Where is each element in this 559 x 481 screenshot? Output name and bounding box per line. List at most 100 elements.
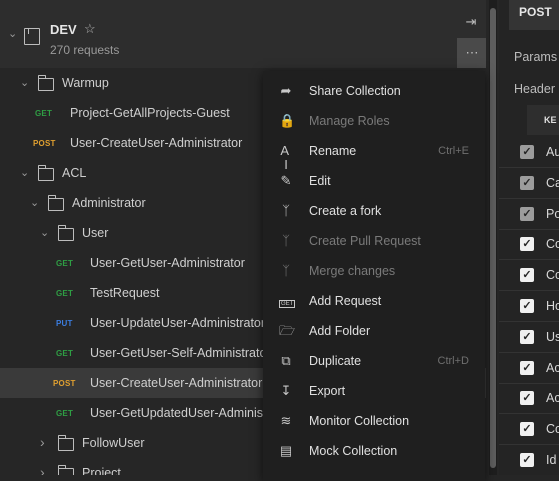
header-enabled-checkbox[interactable]: ✓ <box>520 391 534 406</box>
tab-headers[interactable]: Header <box>514 82 555 96</box>
menu-item-monitor-collection[interactable]: ≋ Monitor Collection <box>263 406 485 436</box>
menu-item-label: Export <box>309 384 346 398</box>
menu-item-label: Create a fork <box>309 204 382 218</box>
menu-item-label: Manage Roles <box>309 114 390 128</box>
menu-item-shortcut: Ctrl+E <box>438 145 469 157</box>
menu-item-label: Add Folder <box>309 324 371 338</box>
header-key[interactable]: Ho <box>546 299 559 313</box>
menu-item-duplicate[interactable]: ⧉ Duplicate Ctrl+D <box>263 346 485 376</box>
method-badge: GET <box>56 289 74 298</box>
header-key[interactable]: Co <box>546 422 559 436</box>
tree-item-label: FollowUser <box>82 436 145 450</box>
chevron-down-icon[interactable]: ⌄ <box>8 27 17 40</box>
menu-item-label: Duplicate <box>309 354 362 368</box>
header-row: ✓ Co <box>499 260 559 292</box>
menu-item-export[interactable]: ↧ Export <box>263 376 485 406</box>
header-enabled-checkbox[interactable]: ✓ <box>520 145 534 159</box>
menu-item-mock-collection[interactable]: ▤ Mock Collection <box>263 436 485 466</box>
header-key[interactable]: Co <box>546 268 559 282</box>
chevron-right-icon[interactable]: › <box>40 434 45 450</box>
header-enabled-checkbox[interactable]: ✓ <box>520 237 534 252</box>
header-key[interactable]: Ca <box>546 176 559 190</box>
header-row: ✓ Us <box>499 322 559 353</box>
tree-item-label: Warmup <box>62 76 109 90</box>
request-tab[interactable]: POST <box>509 0 559 30</box>
menu-item-add-folder[interactable]: 🗁 Add Folder <box>263 316 485 346</box>
header-key[interactable]: Co <box>546 237 559 251</box>
sidebar-scrollbar-thumb[interactable] <box>490 8 496 468</box>
menu-item-label: Add Request <box>309 294 382 308</box>
folder-icon <box>57 435 74 451</box>
tree-item-label: User-UpdateUser-Administrator <box>90 316 266 330</box>
rename-icon: A I <box>280 143 292 172</box>
header-key[interactable]: Ac <box>546 361 559 375</box>
tree-item-label: User <box>82 226 109 240</box>
chevron-down-icon[interactable]: ⌄ <box>20 166 29 179</box>
collection-name[interactable]: DEV <box>50 22 77 37</box>
header-key[interactable]: Id <box>546 453 556 467</box>
header-row: ✓ Au <box>499 137 559 168</box>
method-badge: GET <box>56 349 74 358</box>
header-key[interactable]: Us <box>546 330 559 344</box>
collection-context-menu: ➦ Share Collection 🔒 Manage Roles A I Rename C… <box>263 71 485 481</box>
folder-icon <box>37 75 54 91</box>
method-badge: PUT <box>56 319 73 328</box>
header-row: ✓ Co <box>499 229 559 261</box>
header-enabled-checkbox[interactable]: ✓ <box>520 299 534 313</box>
menu-item-label: Share Collection <box>309 84 401 98</box>
chevron-down-icon[interactable]: ⌄ <box>20 76 29 89</box>
tree-item-label: User-CreateUser-Administrator <box>90 376 263 390</box>
header-row: ✓ Id <box>499 445 559 475</box>
star-icon[interactable]: ☆ <box>84 21 96 37</box>
menu-item-share-collection[interactable]: ➦ Share Collection <box>263 76 485 106</box>
chevron-down-icon[interactable]: ⌄ <box>30 196 39 209</box>
header-row: ✓ Ca <box>499 168 559 199</box>
method-badge: GET <box>35 109 53 118</box>
method-badge: POST <box>33 139 56 148</box>
menu-item-create-a-fork[interactable]: ᛉ Create a fork <box>263 196 485 226</box>
pull-request-icon: ᛉ <box>282 233 290 248</box>
menu-item-create-pull-request: ᛉ Create Pull Request <box>263 226 485 256</box>
folder-icon <box>57 465 74 475</box>
folder-icon <box>37 165 54 181</box>
method-badge: POST <box>53 379 76 388</box>
header-enabled-checkbox[interactable]: ✓ <box>520 422 534 437</box>
menu-item-edit[interactable]: ✎ Edit <box>263 166 485 196</box>
lock-icon: 🔒 <box>279 113 296 128</box>
header-key[interactable]: Au <box>546 145 559 159</box>
export-icon: ↧ <box>280 383 292 398</box>
collection-header[interactable]: ⌄ DEV ☆ 270 requests ⇥ ⋯ <box>0 0 486 68</box>
header-enabled-checkbox[interactable]: ✓ <box>520 206 534 221</box>
tree-item-label: User-GetUser-Self-Administrator <box>90 346 271 360</box>
folder-icon <box>47 195 64 211</box>
header-enabled-checkbox[interactable]: ✓ <box>520 453 534 467</box>
tab-params[interactable]: Params <box>514 50 557 64</box>
header-enabled-checkbox[interactable]: ✓ <box>520 268 534 283</box>
header-key[interactable]: Ac <box>546 391 559 405</box>
menu-item-merge-changes: ᛉ Merge changes <box>263 256 485 286</box>
collapse-sidebar-icon[interactable]: ⇥ <box>456 7 486 37</box>
tree-item-label: User-CreateUser-Administrator <box>70 136 243 150</box>
request-panel: POST Params Header KE ✓ Au ✓ Ca ✓ Po ✓ Co ✓ Co ✓ Ho… <box>499 0 559 475</box>
chevron-right-icon[interactable]: › <box>40 464 45 475</box>
header-row: ✓ Co <box>499 414 559 446</box>
header-row: ✓ Ac <box>499 383 559 415</box>
more-actions-button[interactable]: ⋯ <box>457 38 486 68</box>
header-row: ✓ Ho <box>499 291 559 322</box>
menu-item-label: Rename <box>309 144 357 158</box>
tree-item-label: ACL <box>62 166 87 180</box>
chevron-down-icon[interactable]: ⌄ <box>40 226 49 239</box>
header-enabled-checkbox[interactable]: ✓ <box>520 175 534 190</box>
tree-item-label: TestRequest <box>90 286 160 300</box>
folder-icon <box>57 225 74 241</box>
menu-item-label: Merge changes <box>309 264 396 278</box>
header-enabled-checkbox[interactable]: ✓ <box>520 360 534 375</box>
header-enabled-checkbox[interactable]: ✓ <box>520 329 534 344</box>
menu-item-label: Monitor Collection <box>309 414 410 428</box>
tree-item-label: Project-GetAllProjects-Guest <box>70 106 230 120</box>
menu-item-rename[interactable]: A I Rename Ctrl+E <box>263 136 485 172</box>
merge-icon: ᛉ <box>282 263 290 278</box>
header-key[interactable]: Po <box>546 207 559 221</box>
menu-item-manage-roles: 🔒 Manage Roles <box>263 106 485 136</box>
menu-item-add-request[interactable]: GET Add Request <box>263 286 485 316</box>
